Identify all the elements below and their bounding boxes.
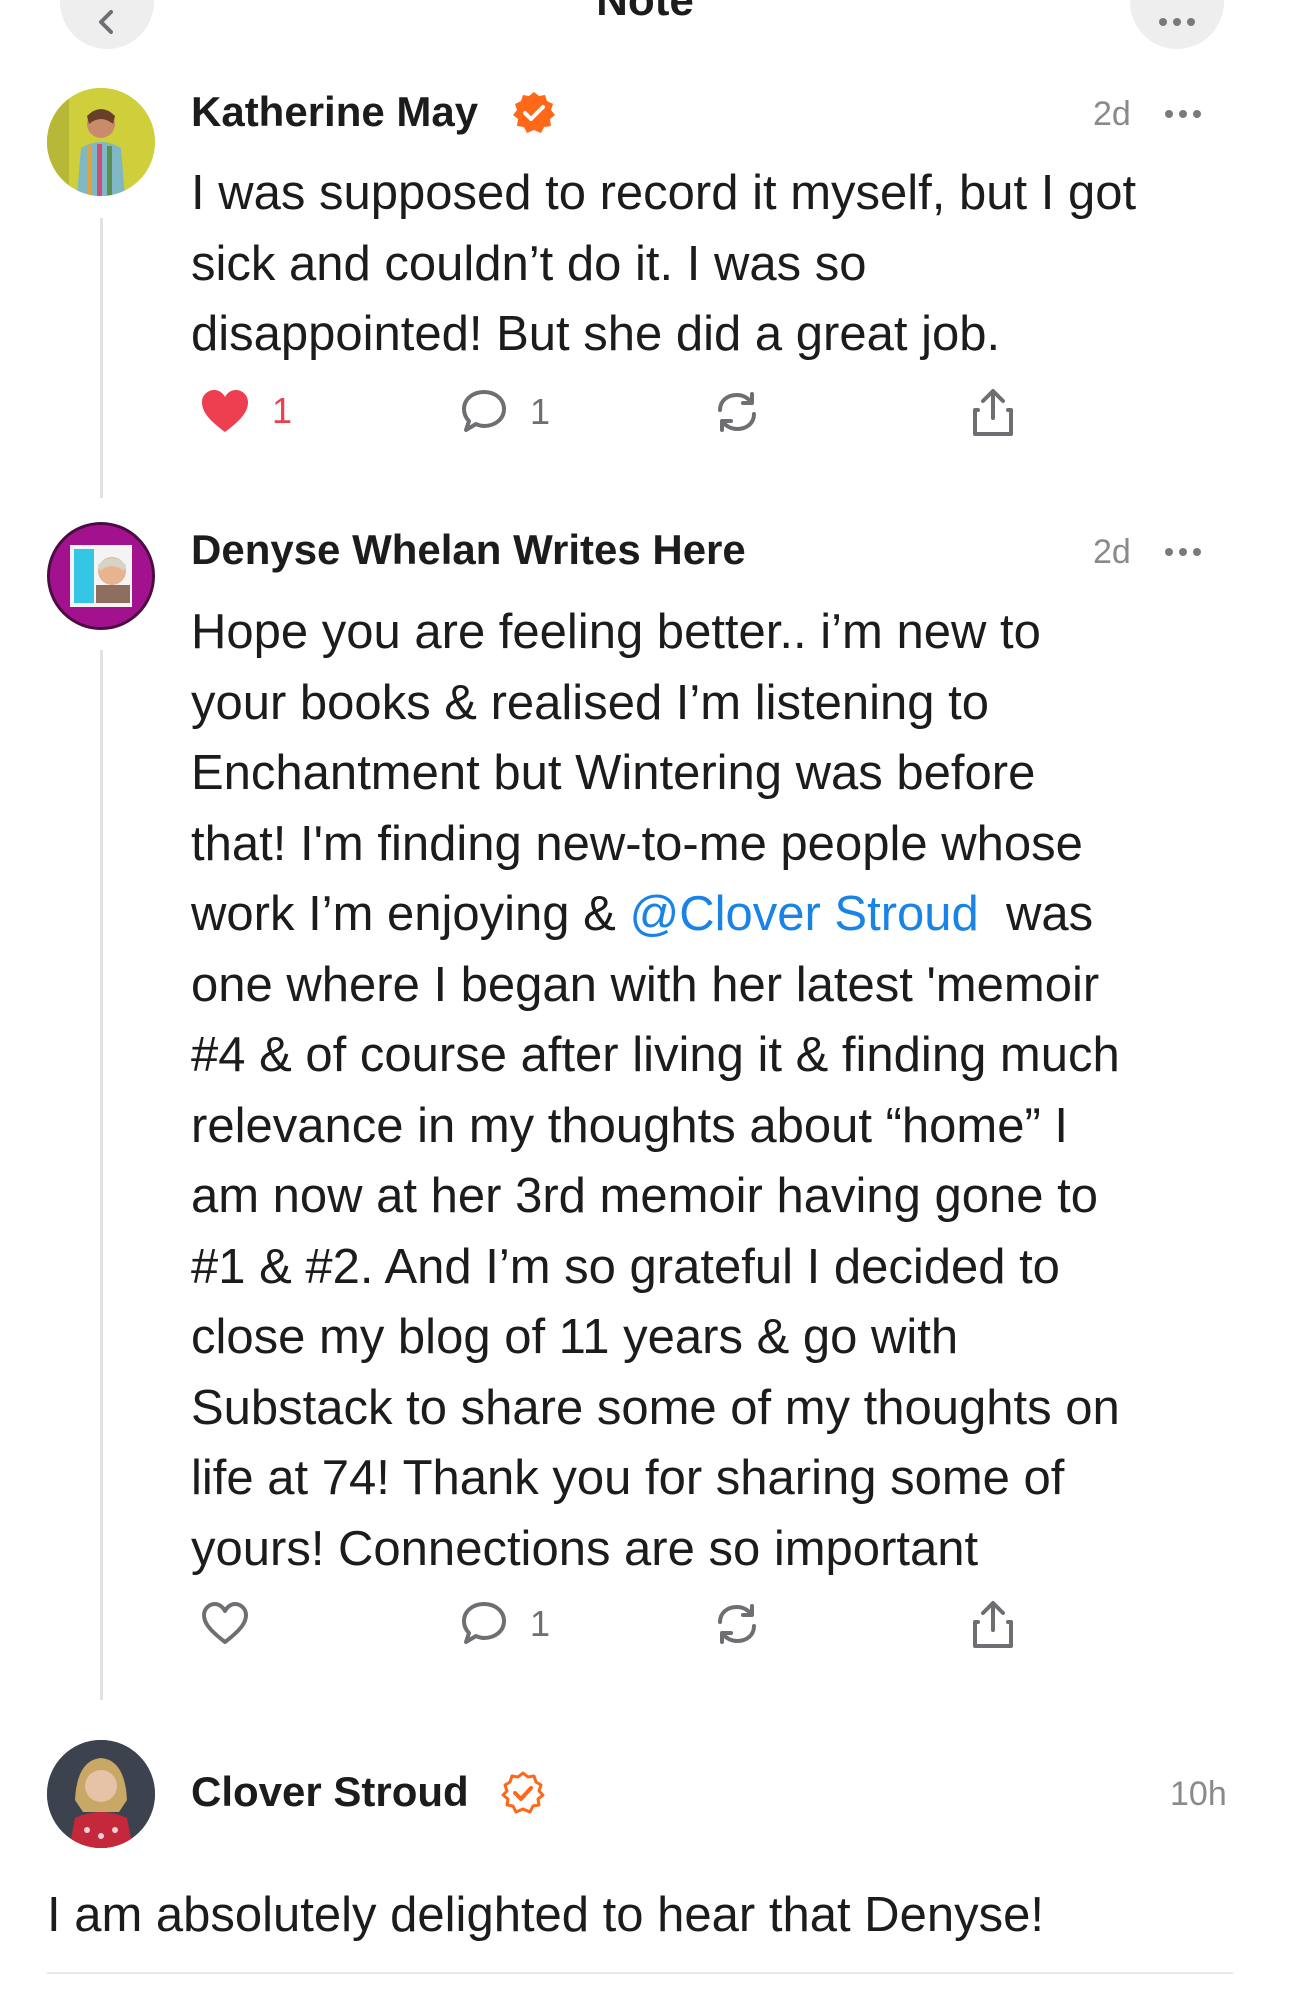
avatar-clover-stroud[interactable] (47, 1740, 155, 1848)
comment-icon (462, 1602, 506, 1644)
comment-line: I was supposed to record it myself, but … (191, 166, 1137, 220)
avatar-denyse-whelan[interactable] (47, 522, 155, 630)
comment-line: I am absolutely delighted to hear that D… (47, 1888, 1044, 1942)
restack-button[interactable] (712, 388, 762, 436)
comment-time: 2d (1093, 533, 1131, 571)
comment-author[interactable]: Denyse Whelan Writes Here (191, 526, 746, 574)
heart-icon (202, 390, 248, 432)
avatar-image (50, 525, 152, 627)
comment-actions: 1 1 (200, 388, 1020, 448)
verified-badge-icon (513, 92, 555, 133)
divider (47, 1972, 1233, 1974)
comment-line: #4 & of course after living it & finding… (191, 1028, 1120, 1082)
share-icon (973, 1601, 1013, 1648)
comment-time: 2d (1093, 95, 1131, 133)
comment-line: one where I began with her latest 'memoi… (191, 957, 1100, 1012)
comment-more-button[interactable] (1165, 110, 1201, 118)
restack-icon (718, 1604, 756, 1644)
header-more-button[interactable] (1130, 0, 1224, 49)
comment-line: Substack to share some of my thoughts on (191, 1380, 1120, 1435)
comment-line: sick and couldn’t do it. I was so (191, 236, 867, 291)
comment-actions: 1 (200, 1600, 1020, 1660)
comment-icon (462, 390, 506, 432)
verified-badge-icon (501, 1771, 545, 1814)
comment-text: was (978, 887, 1094, 941)
like-count: 1 (272, 390, 293, 431)
thread-line (100, 218, 103, 498)
share-button[interactable] (970, 388, 1016, 438)
comment-line: am now at her 3rd memoir having gone to (191, 1169, 1098, 1223)
heart-outline-icon (202, 1602, 248, 1644)
comment-more-button[interactable] (1165, 548, 1201, 556)
avatar-image (47, 1740, 155, 1848)
comment-author[interactable]: Clover Stroud (191, 1768, 469, 1816)
reply-button[interactable]: 1 (460, 388, 550, 436)
comment-line: close my blog of 11 years & go with (191, 1310, 959, 1364)
mention-link[interactable]: @Clover Stroud (629, 887, 978, 941)
comment-time: 10h (1170, 1775, 1227, 1813)
comment-text: work I’m enjoying & (191, 887, 630, 941)
comment-line: that! I'm finding new-to-me people whose (191, 816, 1083, 871)
share-icon (973, 389, 1013, 436)
comment-body: I was supposed to record it myself, but … (191, 158, 1136, 370)
more-icon (1165, 110, 1173, 118)
share-button[interactable] (970, 1600, 1016, 1650)
restack-icon (718, 392, 756, 432)
avatar-image (47, 88, 155, 196)
comment-author[interactable]: Katherine May (191, 88, 478, 136)
page-title: Note (596, 0, 694, 25)
comment-body: I am absolutely delighted to hear that D… (47, 1880, 1044, 1951)
reply-button[interactable]: 1 (460, 1600, 550, 1648)
more-icon (1159, 18, 1195, 26)
comment-line: #1 & #2. And I’m so grateful I decided t… (191, 1239, 1060, 1294)
restack-button[interactable] (712, 1600, 762, 1648)
comment-line: yours! Connections are so important (191, 1521, 979, 1576)
comment-line: relevance in my thoughts about “home” I (191, 1098, 1069, 1153)
more-icon (1165, 548, 1173, 556)
comment-line: Enchantment but Wintering was before (191, 746, 1036, 800)
comment-line: work I’m enjoying & @Clover Stroud was (191, 879, 1120, 950)
like-button[interactable] (200, 1600, 272, 1646)
reply-count: 1 (530, 1603, 551, 1644)
reply-count: 1 (530, 391, 551, 432)
comment-line: your books & realised I’m listening to (191, 675, 989, 730)
comment-body: Hope you are feeling better.. i’m new to… (191, 597, 1120, 1584)
comment-line: Hope you are feeling better.. i’m new to (191, 605, 1041, 659)
comment-line: life at 74! Thank you for sharing some o… (191, 1451, 1065, 1505)
comment-line: disappointed! But she did a great job. (191, 307, 1001, 361)
avatar-katherine-may[interactable] (47, 88, 155, 196)
like-button[interactable]: 1 (200, 388, 292, 434)
thread-line (100, 650, 103, 1700)
